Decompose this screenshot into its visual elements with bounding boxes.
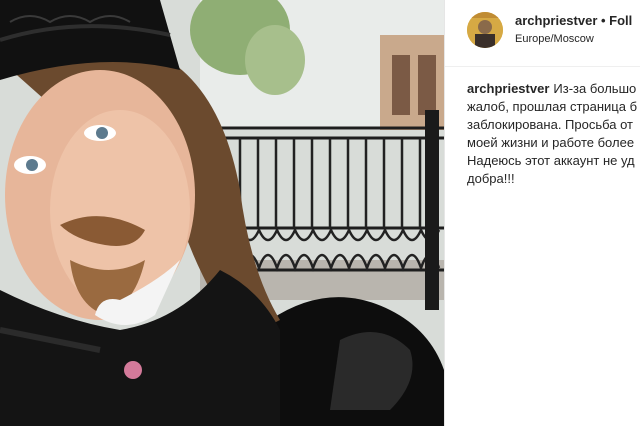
username-link[interactable]: archpriestver — [515, 13, 597, 28]
caption-text: Из-за большо — [553, 81, 637, 96]
caption-author-link[interactable]: archpriestver — [467, 81, 549, 96]
instagram-post: archpriestver • Foll Europe/Moscow archp… — [0, 0, 640, 426]
header-username-row: archpriestver • Foll — [515, 13, 632, 28]
caption-line-1: archpriestver Из-за большо — [467, 80, 640, 98]
post-header: archpriestver • Foll Europe/Moscow — [445, 0, 640, 67]
post-photo-graphic — [0, 0, 444, 426]
dot-separator: • — [597, 13, 610, 28]
avatar[interactable] — [467, 12, 503, 48]
follow-button[interactable]: Foll — [609, 13, 632, 28]
caption-line-6: добра!!! — [467, 171, 515, 186]
caption-line-4: моей жизни и работе более — [467, 135, 635, 150]
caption-line-5: Надеюсь этот аккаунт не уд — [467, 153, 635, 168]
post-photo[interactable] — [0, 0, 444, 426]
post-sidebar: archpriestver • Foll Europe/Moscow archp… — [445, 0, 640, 426]
profile-photo-icon — [467, 12, 503, 48]
post-caption: archpriestver Из-за большо жалоб, прошлая… — [467, 80, 640, 188]
location-link[interactable]: Europe/Moscow — [515, 33, 594, 45]
caption-line-3: заблокирована. Просьба от — [467, 117, 634, 132]
caption-line-2: жалоб, прошлая страница б — [467, 99, 638, 114]
